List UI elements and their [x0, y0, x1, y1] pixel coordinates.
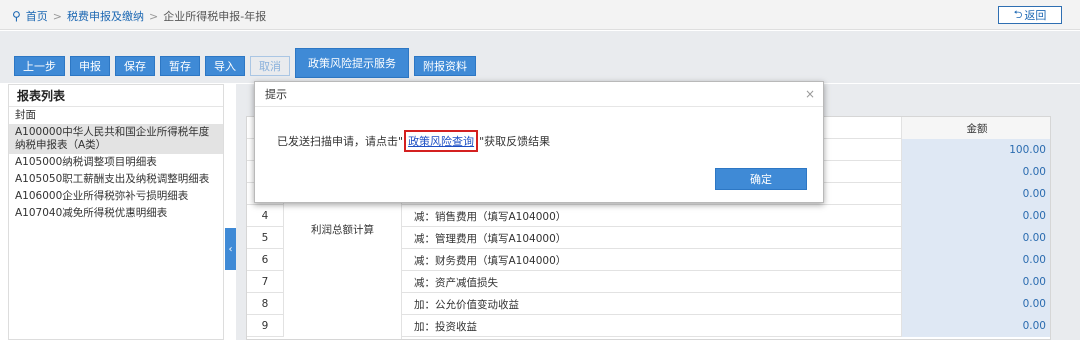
toolbar: 上一步 申报 保存 暂存 导入 取消 政策风险提示服务 附报资料 [14, 48, 476, 78]
attachments-button[interactable]: 附报资料 [414, 56, 476, 76]
back-button-label: 返回 [1024, 9, 1047, 22]
back-button[interactable]: ⮌ 返回 [998, 6, 1062, 24]
amount-cell[interactable]: 0.00 [902, 271, 1050, 293]
report-item-cover[interactable]: 封面 [9, 107, 223, 124]
close-icon[interactable]: × [805, 82, 815, 107]
amount-cell[interactable]: 0.00 [902, 315, 1050, 337]
report-item-a106000[interactable]: A106000企业所得税弥补亏损明细表 [9, 188, 223, 205]
breadcrumb-current: 企业所得税申报-年报 [163, 10, 267, 23]
dialog-message-before: 已发送扫描申请，请点击 [277, 135, 398, 148]
declare-button[interactable]: 申报 [70, 56, 110, 76]
policy-risk-query-link[interactable]: 政策风险查询 [404, 130, 479, 152]
policy-risk-service-button[interactable]: 政策风险提示服务 [295, 48, 409, 78]
dialog-header: 提示 × [255, 82, 823, 107]
amount-cell[interactable]: 0.00 [902, 161, 1050, 183]
dialog-message: 已发送扫描申请，请点击 " 政策风险查询 " 获取反馈结果 [277, 130, 550, 152]
amount-cell[interactable]: 0.00 [902, 183, 1050, 205]
return-arrow-icon: ⮌ [1013, 7, 1023, 21]
quote-open: " [398, 134, 404, 148]
prev-step-button[interactable]: 上一步 [14, 56, 65, 76]
report-list-title: 报表列表 [9, 85, 223, 107]
amount-header: 金额 [902, 117, 1050, 139]
amount-cell[interactable]: 0.00 [902, 205, 1050, 227]
report-item-a100000[interactable]: A100000中华人民共和国企业所得税年度纳税申报表（A类） [9, 124, 223, 154]
collapse-sidebar-button[interactable]: ‹ [225, 228, 236, 270]
amount-cell[interactable]: 0.00 [902, 293, 1050, 315]
dialog-title: 提示 [265, 88, 287, 101]
chevron-left-icon: ‹ [228, 243, 233, 255]
breadcrumb-home-link[interactable]: 首页 [26, 8, 48, 24]
amount-cell[interactable]: 100.00 [902, 139, 1050, 161]
amount-cell[interactable]: 0.00 [902, 227, 1050, 249]
temp-save-button[interactable]: 暂存 [160, 56, 200, 76]
report-item-a105000[interactable]: A105000纳税调整项目明细表 [9, 154, 223, 171]
location-pin-icon: ⚲ [12, 9, 21, 23]
breadcrumb-separator: > [149, 9, 159, 23]
confirm-button[interactable]: 确定 [715, 168, 807, 190]
top-bar: ⚲ 首页 > 税费申报及缴纳 > 企业所得税申报-年报 ⮌ 返回 [0, 0, 1080, 30]
report-item-a107040[interactable]: A107040减免所得税优惠明细表 [9, 205, 223, 222]
amount-cell[interactable]: 0.00 [902, 249, 1050, 271]
dialog-message-after: 获取反馈结果 [484, 135, 551, 148]
report-list-panel: 报表列表 封面 A100000中华人民共和国企业所得税年度纳税申报表（A类） A… [8, 84, 224, 340]
report-item-a105050[interactable]: A105050职工薪酬支出及纳税调整明细表 [9, 171, 223, 188]
cancel-button[interactable]: 取消 [250, 56, 290, 76]
save-button[interactable]: 保存 [115, 56, 155, 76]
breadcrumb: ⚲ 首页 > 税费申报及缴纳 > 企业所得税申报-年报 [12, 8, 266, 24]
breadcrumb-tax-filing-link[interactable]: 税费申报及缴纳 [67, 8, 144, 24]
breadcrumb-separator: > [52, 9, 63, 23]
import-button[interactable]: 导入 [205, 56, 245, 76]
prompt-dialog: 提示 × 已发送扫描申请，请点击 " 政策风险查询 " 获取反馈结果 确定 [254, 81, 824, 203]
